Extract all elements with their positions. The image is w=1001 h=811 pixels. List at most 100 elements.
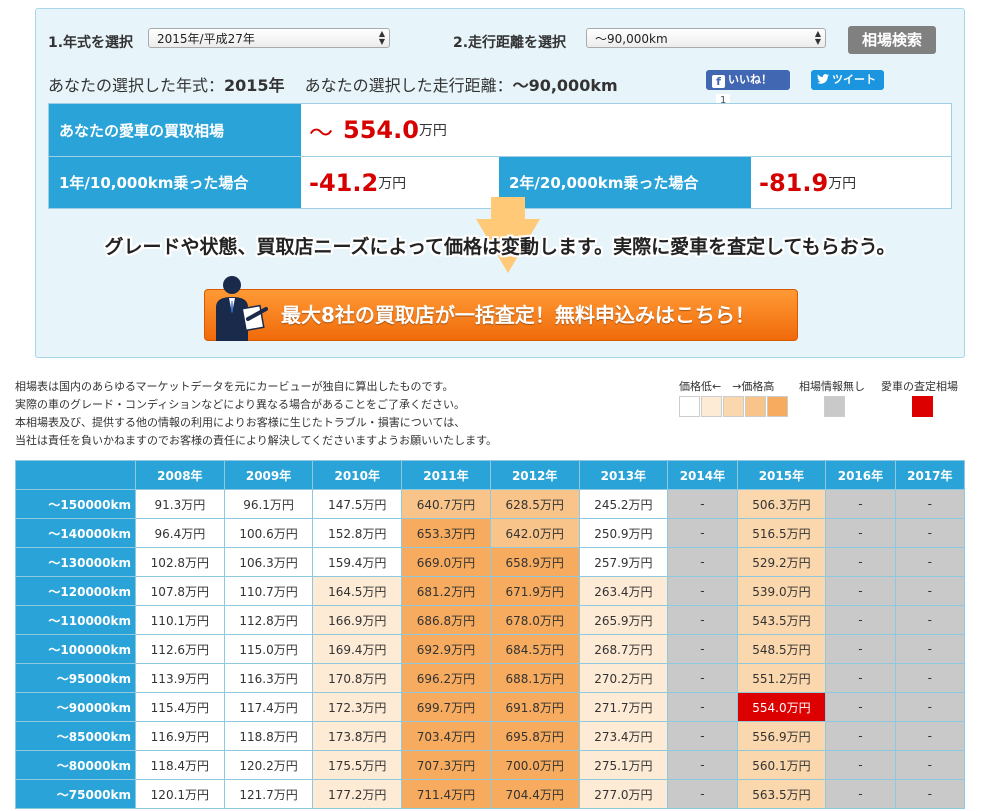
price-cell[interactable]: 628.5万円 [489,489,580,519]
price-cell[interactable]: 551.2万円 [736,663,827,693]
price-cell[interactable]: 691.8万円 [489,692,580,722]
table-row: 〜85000km 116.9万円 118.8万円 173.8万円 703.4万円 695.… [15,721,966,751]
price-cell[interactable]: 277.0万円 [578,779,669,809]
price-cell[interactable]: 560.1万円 [736,750,827,780]
price-cell[interactable]: 516.5万円 [736,518,827,548]
search-button[interactable]: 相場検索 [848,26,936,54]
selected-price-cell[interactable]: 554.0万円 [736,692,827,722]
tweet-button[interactable]: ツイート [811,70,884,90]
price-cell[interactable]: 263.4万円 [578,576,669,606]
selector-row: 1.年式を選択 2015年/平成27年 ▲ ▼ 2.走行距離を選択 〜90,000… [48,26,952,56]
price-cell[interactable]: 96.1万円 [223,489,314,519]
price-cell[interactable]: 121.7万円 [223,779,314,809]
price-cell[interactable]: 658.9万円 [489,547,580,577]
price-cell[interactable]: 270.2万円 [578,663,669,693]
price-cell[interactable]: 112.6万円 [135,634,225,664]
price-cell[interactable]: 271.7万円 [578,692,669,722]
price-cell[interactable]: 265.9万円 [578,605,669,635]
price-cell[interactable]: 678.0万円 [489,605,580,635]
price-cell[interactable]: 704.4万円 [489,779,580,809]
price-cell[interactable]: 110.1万円 [135,605,225,635]
price-cell[interactable]: 642.0万円 [489,518,580,548]
price-cell[interactable]: 115.4万円 [135,692,225,722]
price-cell[interactable]: 170.8万円 [312,663,403,693]
price-cell[interactable]: 681.2万円 [401,576,491,606]
price-cell[interactable]: 506.3万円 [736,489,827,519]
distance-select-label: 2.走行距離を選択 [453,35,567,51]
price-cell[interactable]: 91.3万円 [135,489,225,519]
facebook-like-button[interactable]: f いいね！1 [706,70,790,108]
price-cell[interactable]: 169.4万円 [312,634,403,664]
price-cell[interactable]: 273.4万円 [578,721,669,751]
price-cell[interactable]: 669.0万円 [401,547,491,577]
price-cell[interactable]: 96.4万円 [135,518,225,548]
price-cell[interactable]: 653.3万円 [401,518,491,548]
price-cell[interactable]: 539.0万円 [736,576,827,606]
price-cell[interactable]: 563.5万円 [736,779,827,809]
price-cell[interactable]: 120.2万円 [223,750,314,780]
price-notice: グレードや状態、買取店ニーズによって価格は変動します。実際に愛車を査定してもらお… [104,236,896,258]
facebook-icon: f [712,75,725,88]
price-cell[interactable]: 102.8万円 [135,547,225,577]
price-cell: - [894,634,966,664]
price-cell[interactable]: 275.1万円 [578,750,669,780]
disclaimer-line: 本相場表及び、提供する他の情報の利用によりお客様に生じたトラブル・損害については… [15,416,466,429]
legend-swatch-level-4 [767,396,788,417]
price-cell[interactable]: 159.4万円 [312,547,403,577]
price-cell[interactable]: 257.9万円 [578,547,669,577]
table-row: 〜95000km 113.9万円 116.3万円 170.8万円 696.2万円 688.… [15,663,966,693]
price-cell[interactable]: 686.8万円 [401,605,491,635]
price-cell[interactable]: 113.9万円 [135,663,225,693]
price-cell[interactable]: 250.9万円 [578,518,669,548]
price-cell[interactable]: 699.7万円 [401,692,491,722]
price-cell[interactable]: 117.4万円 [223,692,314,722]
price-cell[interactable]: 703.4万円 [401,721,491,751]
price-cell[interactable]: 684.5万円 [489,634,580,664]
price-cell[interactable]: 118.4万円 [135,750,225,780]
price-cell[interactable]: 556.9万円 [736,721,827,751]
price-cell[interactable]: 529.2万円 [736,547,827,577]
price-cell[interactable]: 107.8万円 [135,576,225,606]
price-cell: - [894,547,966,577]
price-cell[interactable]: 147.5万円 [312,489,403,519]
price-cell: - [667,605,738,635]
price-cell[interactable]: 164.5万円 [312,576,403,606]
price-cell: - [667,489,738,519]
year-select[interactable]: 2015年/平成27年 ▲ ▼ [148,28,390,48]
price-cell[interactable]: 166.9万円 [312,605,403,635]
price-cell[interactable]: 548.5万円 [736,634,827,664]
year-header: 2014年 [667,460,738,490]
two-year-number: -81.9 [759,168,829,197]
price-cell[interactable]: 543.5万円 [736,605,827,635]
price-cell[interactable]: 245.2万円 [578,489,669,519]
price-cell[interactable]: 173.8万円 [312,721,403,751]
bulk-appraisal-button[interactable]: 最大8社の買取店が一括査定！無料申込みはこちら！ [204,289,798,341]
price-cell[interactable]: 116.9万円 [135,721,225,751]
price-cell[interactable]: 711.4万円 [401,779,491,809]
price-cell[interactable]: 707.3万円 [401,750,491,780]
distance-select[interactable]: 〜90,000km ▲ ▼ [586,28,826,48]
price-cell[interactable]: 700.0万円 [489,750,580,780]
price-cell[interactable]: 115.0万円 [223,634,314,664]
price-cell[interactable]: 175.5万円 [312,750,403,780]
table-row: 〜80000km 118.4万円 120.2万円 175.5万円 707.3万円 700.… [15,750,966,780]
tweet-label: ツイート [832,73,876,86]
price-cell[interactable]: 172.3万円 [312,692,403,722]
price-cell[interactable]: 640.7万円 [401,489,491,519]
price-cell[interactable]: 268.7万円 [578,634,669,664]
price-cell[interactable]: 152.8万円 [312,518,403,548]
price-cell[interactable]: 116.3万円 [223,663,314,693]
price-cell[interactable]: 692.9万円 [401,634,491,664]
price-cell[interactable]: 118.8万円 [223,721,314,751]
price-cell[interactable]: 688.1万円 [489,663,580,693]
chosen-summary: あなたの選択した年式：2015年 あなたの選択した走行距離：〜90,000km [48,72,618,96]
price-cell[interactable]: 695.8万円 [489,721,580,751]
price-cell[interactable]: 177.2万円 [312,779,403,809]
price-cell[interactable]: 671.9万円 [489,576,580,606]
price-cell[interactable]: 100.6万円 [223,518,314,548]
price-cell[interactable]: 106.3万円 [223,547,314,577]
price-cell[interactable]: 110.7万円 [223,576,314,606]
price-cell[interactable]: 696.2万円 [401,663,491,693]
price-cell[interactable]: 120.1万円 [135,779,225,809]
price-cell[interactable]: 112.8万円 [223,605,314,635]
